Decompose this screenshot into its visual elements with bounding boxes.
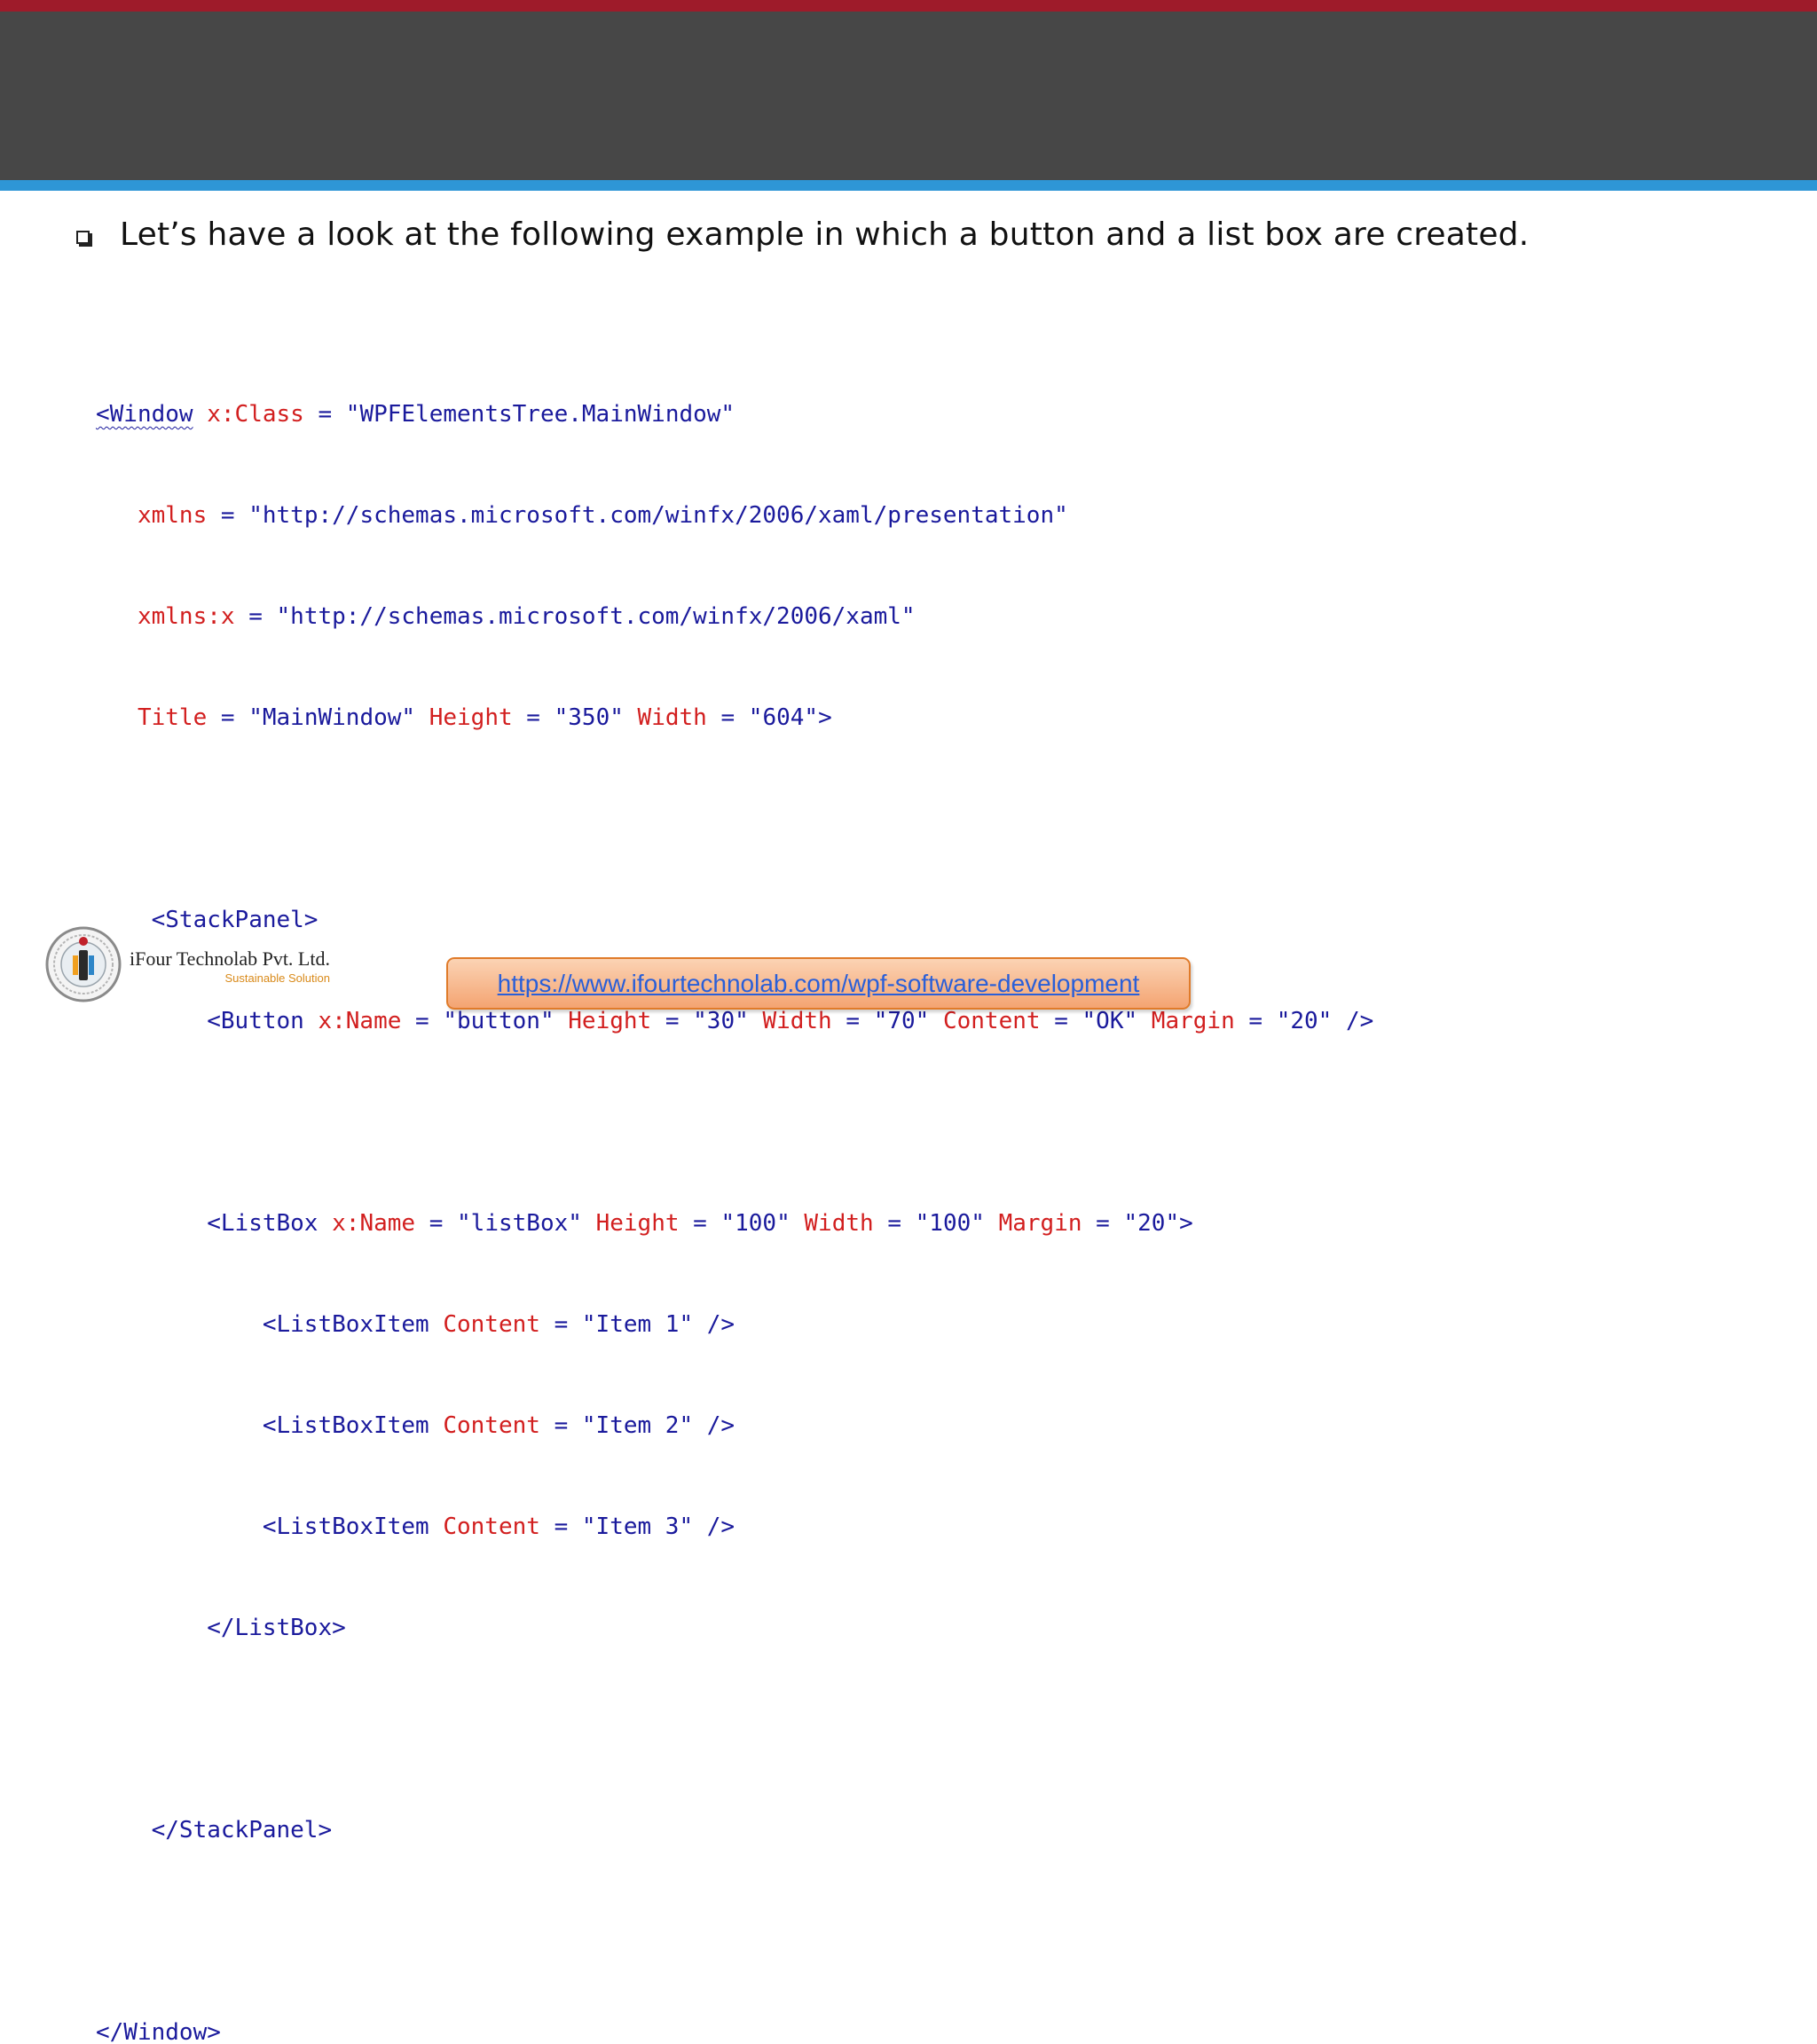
code-eq: =	[234, 603, 277, 630]
code-value: "100"	[720, 1210, 791, 1237]
code-value: "30"	[693, 1008, 749, 1034]
top-accent-stripe	[0, 0, 1817, 12]
bullet-text: Let’s have a look at the following examp…	[120, 216, 1530, 253]
website-link-box[interactable]: https://www.ifourtechnolab.com/wpf-softw…	[446, 957, 1191, 1010]
code-tag: <Button	[207, 1008, 304, 1034]
company-name: iFour Technolab Pvt. Ltd.	[130, 947, 330, 970]
code-tag: <ListBoxItem	[262, 1311, 429, 1338]
code-tag: <StackPanel>	[151, 907, 319, 933]
code-attr: Content	[942, 1008, 1041, 1034]
square-bullet-icon	[76, 231, 90, 244]
code-attr: Name	[345, 1008, 402, 1034]
code-eq: =	[651, 1008, 694, 1034]
xaml-code-block: <Window x:Class = "WPFElementsTree.MainW…	[96, 330, 1373, 2044]
code-line-3: xmlns:x = "http://schemas.microsoft.com/…	[96, 600, 1373, 633]
code-ns: x:	[207, 401, 235, 428]
code-eq: =	[831, 1008, 874, 1034]
code-attr: xmlns	[137, 502, 208, 529]
code-eq: =	[1234, 1008, 1277, 1034]
code-ns: x:	[318, 1008, 346, 1034]
code-tag: </ListBox>	[207, 1615, 346, 1641]
code-tag: <Window	[96, 401, 193, 428]
code-value: "http://schemas.microsoft.com/winfx/2006…	[248, 502, 1068, 529]
code-value: "http://schemas.microsoft.com/winfx/2006…	[276, 603, 916, 630]
code-attr: Class	[234, 401, 304, 428]
code-eq: =	[679, 1210, 721, 1237]
code-attr: Content	[443, 1412, 540, 1439]
code-value: "button"	[443, 1008, 555, 1034]
code-value: "listBox"	[457, 1210, 582, 1237]
code-value: "OK"	[1082, 1008, 1138, 1034]
code-eq: =	[207, 502, 249, 529]
code-eq: =	[512, 704, 555, 731]
code-value: "20" />	[1276, 1008, 1374, 1034]
code-value: "Item 3" />	[581, 1513, 735, 1540]
code-line-12: <ListBoxItem Content = "Item 3" />	[96, 1510, 1373, 1544]
code-attr: Width	[637, 704, 707, 731]
code-attr: Margin	[998, 1210, 1082, 1237]
code-line-1: <Window x:Class = "WPFElementsTree.MainW…	[96, 397, 1373, 431]
code-value: "MainWindow"	[248, 704, 416, 731]
code-attr: xmlns:x	[137, 603, 235, 630]
code-attr: Width	[762, 1008, 832, 1034]
code-attr: Height	[568, 1008, 652, 1034]
code-attr: Title	[137, 704, 208, 731]
code-tag: <ListBoxItem	[262, 1513, 429, 1540]
bullet-point: Let’s have a look at the following examp…	[76, 216, 1529, 253]
code-value: "100"	[915, 1210, 985, 1237]
website-link[interactable]: https://www.ifourtechnolab.com/wpf-softw…	[498, 970, 1140, 998]
code-eq: =	[539, 1311, 582, 1338]
code-tag: </Window>	[96, 2019, 221, 2044]
code-value: "Item 1" />	[581, 1311, 735, 1338]
code-attr: Height	[595, 1210, 680, 1237]
code-value: "350"	[554, 704, 624, 731]
company-tagline: Sustainable Solution	[224, 971, 330, 985]
ifour-logo-icon	[45, 926, 122, 1002]
code-value: "Item 2" />	[581, 1412, 735, 1439]
code-eq: =	[303, 401, 346, 428]
code-value: "70"	[873, 1008, 930, 1034]
header-blue-stripe	[0, 180, 1817, 191]
code-line-11: <ListBoxItem Content = "Item 2" />	[96, 1409, 1373, 1443]
code-eq: =	[539, 1412, 582, 1439]
code-line-15: </StackPanel>	[96, 1813, 1373, 1847]
code-value: "604">	[748, 704, 832, 731]
code-ns: x:	[332, 1210, 360, 1237]
code-line-9: <ListBox x:Name = "listBox" Height = "10…	[96, 1207, 1373, 1240]
code-eq: =	[401, 1008, 444, 1034]
code-eq: =	[1040, 1008, 1082, 1034]
code-line-10: <ListBoxItem Content = "Item 1" />	[96, 1308, 1373, 1341]
code-eq: =	[539, 1513, 582, 1540]
code-eq: =	[873, 1210, 916, 1237]
code-attr: Width	[804, 1210, 874, 1237]
code-value: "WPFElementsTree.MainWindow"	[345, 401, 735, 428]
code-tag: <ListBoxItem	[262, 1412, 429, 1439]
code-line-13: </ListBox>	[96, 1611, 1373, 1645]
code-line-17: </Window>	[96, 2016, 1373, 2044]
company-branding: iFour Technolab Pvt. Ltd. Sustainable So…	[130, 947, 330, 985]
code-attr: Height	[429, 704, 513, 731]
code-eq: =	[415, 1210, 458, 1237]
code-line-2: xmlns = "http://schemas.microsoft.com/wi…	[96, 499, 1373, 532]
code-attr: Margin	[1151, 1008, 1235, 1034]
code-tag: <ListBox	[207, 1210, 319, 1237]
code-attr: Name	[359, 1210, 416, 1237]
code-eq: =	[207, 704, 249, 731]
code-line-6: <StackPanel>	[96, 903, 1373, 937]
code-line-4: Title = "MainWindow" Height = "350" Widt…	[96, 701, 1373, 735]
slide-header-band	[0, 12, 1817, 180]
code-value: "20">	[1123, 1210, 1193, 1237]
code-eq: =	[706, 704, 749, 731]
code-tag: </StackPanel>	[151, 1817, 333, 1844]
code-attr: Content	[443, 1513, 540, 1540]
code-eq: =	[1082, 1210, 1124, 1237]
code-attr: Content	[443, 1311, 540, 1338]
